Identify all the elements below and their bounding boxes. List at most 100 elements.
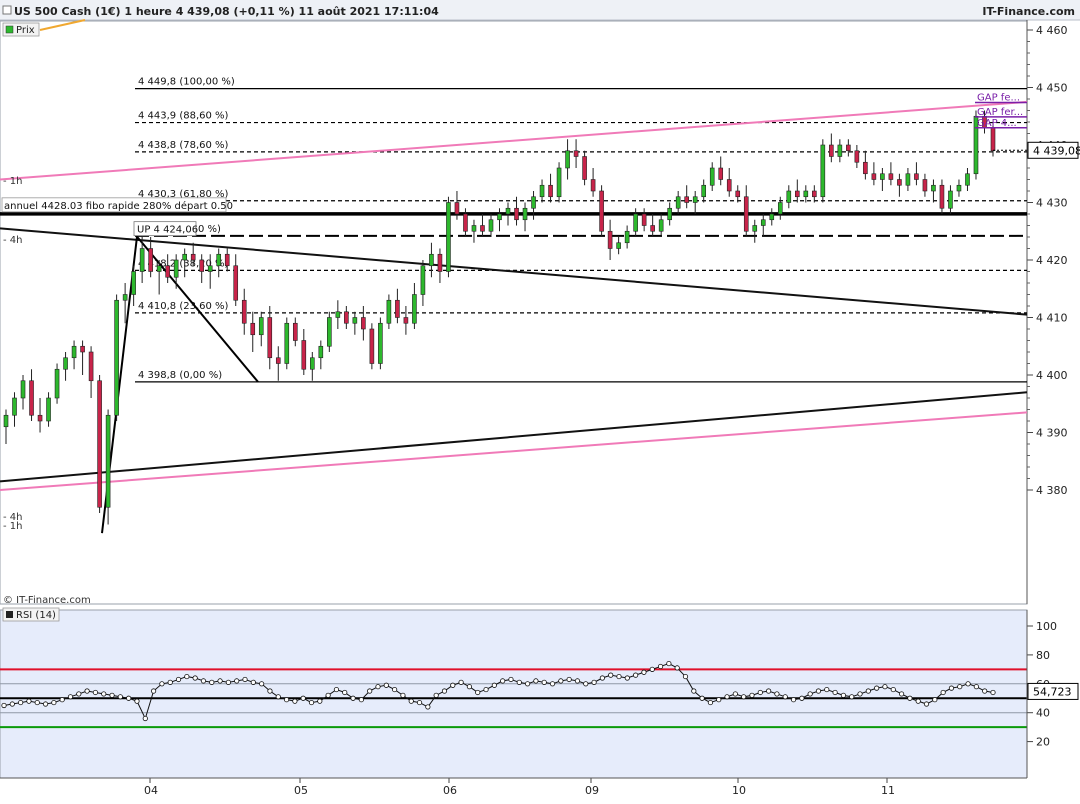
rsi-point: [209, 679, 215, 685]
candle-body: [914, 173, 919, 180]
candle-body: [463, 213, 468, 232]
rsi-tick-label: 80: [1036, 649, 1050, 662]
rsi-point: [666, 660, 672, 667]
candle-body: [650, 225, 655, 232]
candle-body: [267, 317, 273, 359]
rsi-point: [466, 684, 473, 690]
rsi-point: [375, 684, 381, 690]
candle-body: [795, 190, 800, 198]
rsi-point: [707, 699, 714, 706]
gap-label: GAP fe...: [977, 92, 1020, 103]
candle-body: [675, 196, 681, 209]
candle-body: [446, 202, 451, 272]
rsi-point: [633, 672, 639, 678]
candle-body: [182, 253, 187, 261]
candle-body: [54, 368, 60, 399]
rsi-point: [317, 698, 323, 704]
rsi-point: [674, 665, 680, 671]
rsi-point: [599, 675, 605, 681]
rsi-point: [142, 715, 148, 722]
rsi-point: [907, 695, 913, 701]
time-tick-label: 05: [294, 784, 308, 797]
rsi-point: [416, 699, 423, 706]
candle-body: [641, 213, 647, 226]
fib-level-label: 0 %): [198, 224, 221, 235]
rsi-point: [741, 694, 747, 700]
rsi-point: [159, 681, 165, 687]
rsi-point: [782, 694, 788, 700]
copyright-label: © IT-Finance.com: [3, 595, 91, 606]
rsi-point: [126, 695, 132, 701]
fib-level-label: 4 410,8 (23,60 %): [138, 301, 229, 312]
price-tick-label: 4 380: [1036, 484, 1068, 497]
candle-body: [548, 184, 553, 198]
candle-body: [344, 311, 349, 324]
rsi-point: [383, 682, 389, 688]
candle-body: [582, 156, 587, 180]
candle-body: [327, 317, 332, 347]
candle-body: [488, 219, 494, 232]
rsi-point: [101, 691, 107, 697]
rsi-point: [192, 675, 198, 681]
rsi-point: [325, 692, 331, 698]
candle-body: [743, 196, 749, 232]
candle-body: [599, 190, 604, 232]
rsi-point: [832, 689, 838, 696]
time-tick-label: 11: [881, 784, 895, 797]
up-label: UP 4 424,06: [137, 225, 198, 236]
rsi-point: [649, 666, 655, 672]
rsi-point: [225, 679, 231, 685]
rsi-point: [109, 692, 115, 698]
candle-body: [505, 207, 511, 215]
rsi-point: [541, 679, 547, 685]
candle-body: [624, 230, 630, 244]
rsi-point: [42, 701, 49, 707]
rsi-point: [18, 699, 24, 706]
candle-body: [922, 179, 928, 192]
candle-body: [803, 190, 809, 198]
rsi-point: [250, 679, 256, 685]
candle-body: [956, 184, 962, 192]
candle-body: [216, 253, 222, 267]
candle-body: [165, 265, 170, 278]
candle-body: [335, 311, 341, 318]
rsi-point: [425, 704, 431, 710]
candle-body: [990, 127, 996, 152]
rsi-point: [982, 688, 988, 694]
rsi-point: [790, 697, 797, 703]
rsi-point: [898, 691, 905, 697]
candle-body: [250, 322, 256, 336]
rsi-point: [134, 698, 140, 704]
rsi-point: [450, 682, 456, 688]
candle-body: [888, 173, 894, 180]
candle-body: [948, 190, 953, 209]
candle-body: [20, 380, 26, 399]
rsi-point: [259, 681, 265, 687]
candle-body: [429, 253, 434, 267]
rsi-point: [732, 691, 738, 697]
rsi-last-label: 54,723: [1033, 685, 1072, 698]
candle-body: [12, 397, 17, 416]
rsi-point: [516, 679, 522, 685]
rsi-point: [350, 695, 356, 701]
candle-body: [965, 173, 970, 186]
rsi-point: [890, 686, 896, 693]
candle-body: [310, 357, 315, 370]
candle-body: [352, 317, 358, 324]
candle-body: [769, 213, 775, 221]
candle-body: [871, 173, 877, 180]
rsi-point: [566, 676, 572, 683]
candle-body: [412, 294, 417, 324]
candle-body: [71, 345, 77, 359]
brand-label: IT-Finance.com: [982, 5, 1075, 18]
candle-body: [114, 299, 119, 416]
rsi-point: [882, 684, 888, 690]
candle-body: [88, 351, 94, 382]
rsi-point: [441, 688, 448, 694]
candle-body: [97, 380, 102, 508]
candle-body: [939, 184, 945, 209]
time-tick-label: 09: [585, 784, 599, 797]
candle-body: [454, 202, 460, 215]
rsi-point: [973, 684, 979, 690]
rsi-point: [308, 699, 315, 706]
